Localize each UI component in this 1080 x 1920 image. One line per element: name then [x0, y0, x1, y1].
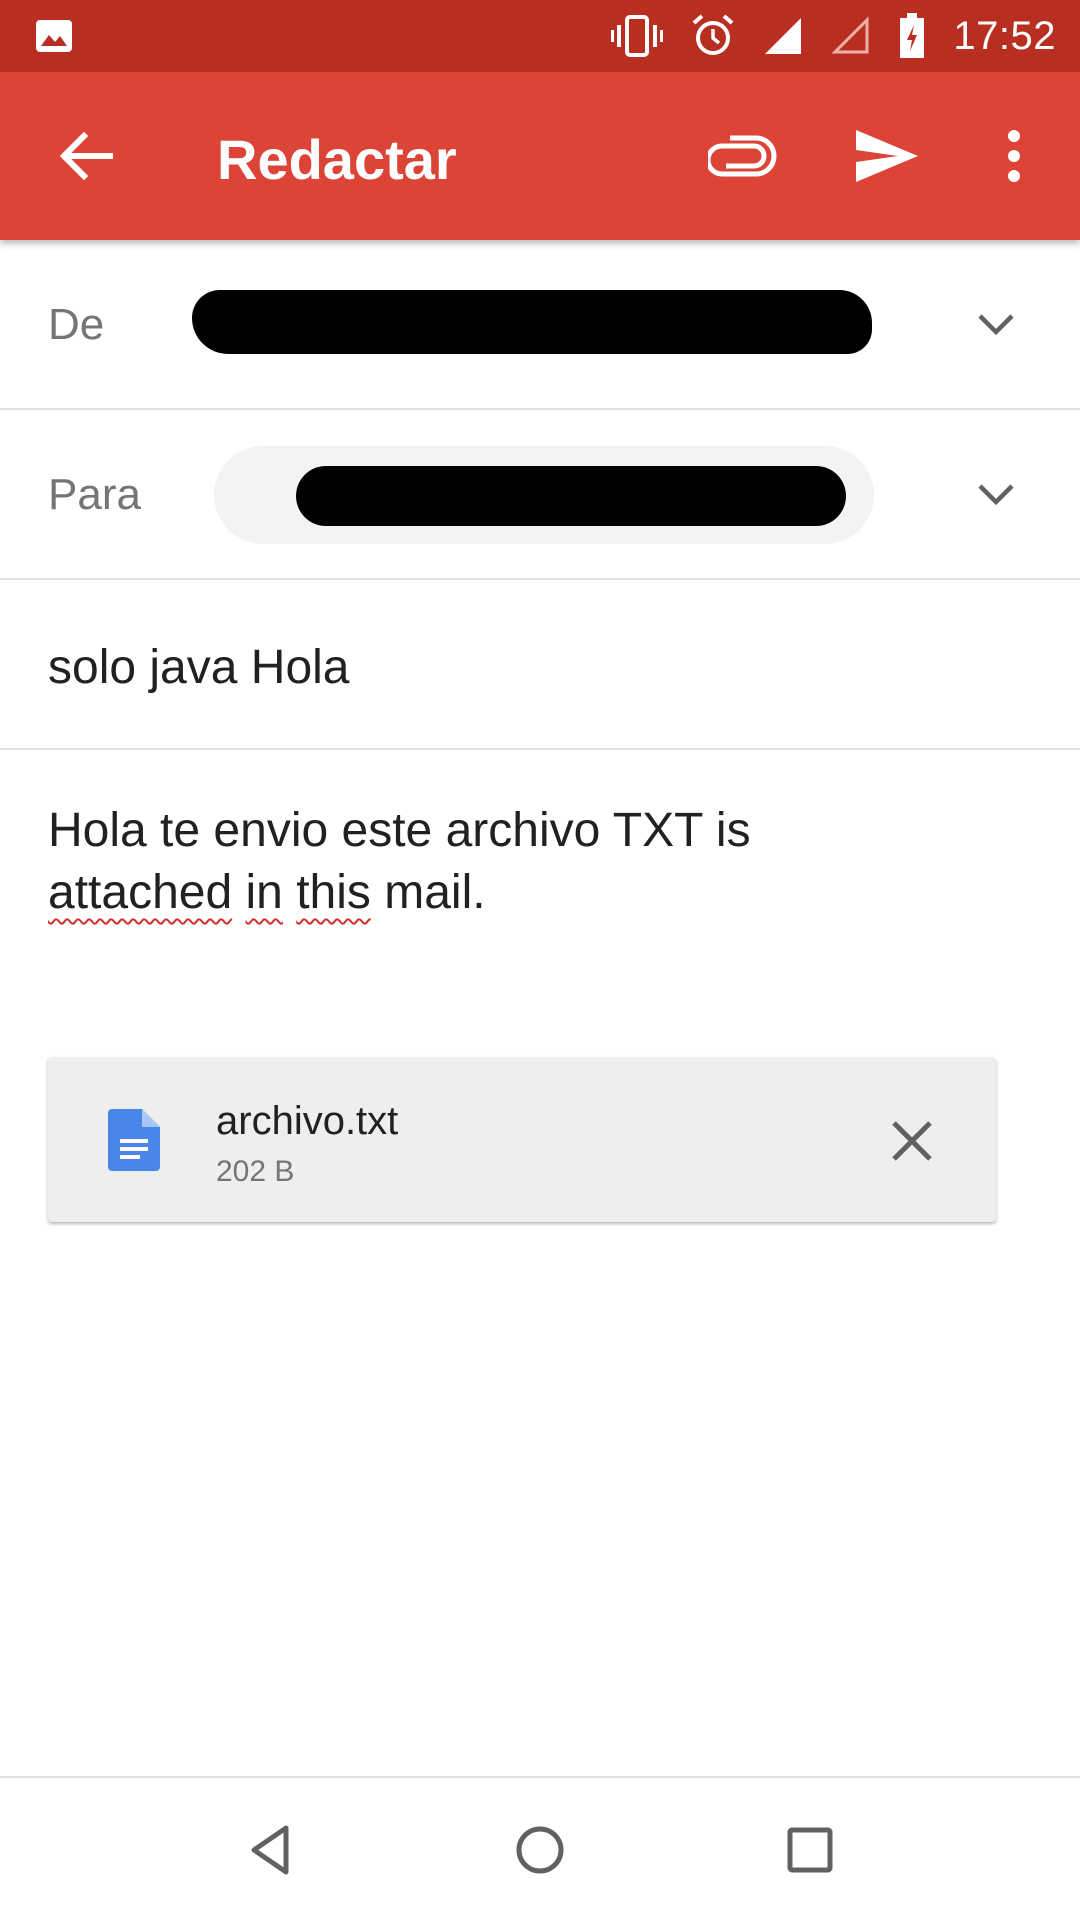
to-label: Para: [48, 470, 141, 519]
document-icon: [108, 1109, 160, 1171]
misspelled-word: in: [245, 866, 283, 919]
chevron-down-icon[interactable]: [972, 470, 1020, 518]
battery-charging-icon: [900, 13, 925, 58]
attachment-size: 202 B: [216, 1155, 295, 1188]
signal-icon: [765, 18, 802, 54]
to-row: Para: [0, 410, 1080, 580]
paperclip-icon[interactable]: [708, 124, 778, 188]
attachment-name: archivo.txt: [216, 1099, 399, 1143]
redacted-recipient: [296, 466, 846, 526]
body-word: mail.: [384, 866, 486, 919]
redacted-from-address[interactable]: [192, 290, 872, 354]
from-row: De: [0, 240, 1080, 410]
vibrate-icon: [611, 15, 664, 57]
status-bar: 17:52: [0, 0, 1080, 72]
subject-field[interactable]: solo java Hola: [48, 640, 350, 695]
body-line-2: attached in this mail.: [48, 862, 1008, 924]
clock: 17:52: [953, 13, 1056, 58]
app-bar: Redactar: [0, 72, 1080, 240]
attachment-card[interactable]: archivo.txt 202 B: [48, 1057, 996, 1222]
image-notification-icon: [36, 20, 72, 52]
nav-recents-icon[interactable]: [782, 1822, 838, 1878]
send-icon[interactable]: [852, 124, 922, 188]
nav-back-icon[interactable]: [244, 1822, 300, 1878]
alarm-icon: [693, 14, 734, 55]
chevron-down-icon[interactable]: [972, 300, 1020, 348]
status-icons: 17:52: [611, 0, 1056, 72]
signal-empty-icon: [831, 16, 869, 54]
misspelled-word: attached: [48, 866, 233, 919]
subject-row[interactable]: solo java Hola: [0, 580, 1080, 750]
misspelled-word: this: [296, 866, 371, 919]
body-field[interactable]: Hola te envio este archivo TXT is attach…: [48, 800, 1008, 924]
more-vert-icon[interactable]: [994, 124, 1034, 188]
nav-home-icon[interactable]: [512, 1822, 568, 1878]
from-label: De: [48, 300, 105, 349]
page-title: Redactar: [217, 128, 457, 191]
arrow-back-icon[interactable]: [52, 122, 120, 190]
recipient-chip[interactable]: [214, 446, 874, 544]
navigation-bar: [0, 1776, 1080, 1920]
body-line-1: Hola te envio este archivo TXT is: [48, 804, 751, 857]
close-icon[interactable]: [888, 1117, 936, 1165]
